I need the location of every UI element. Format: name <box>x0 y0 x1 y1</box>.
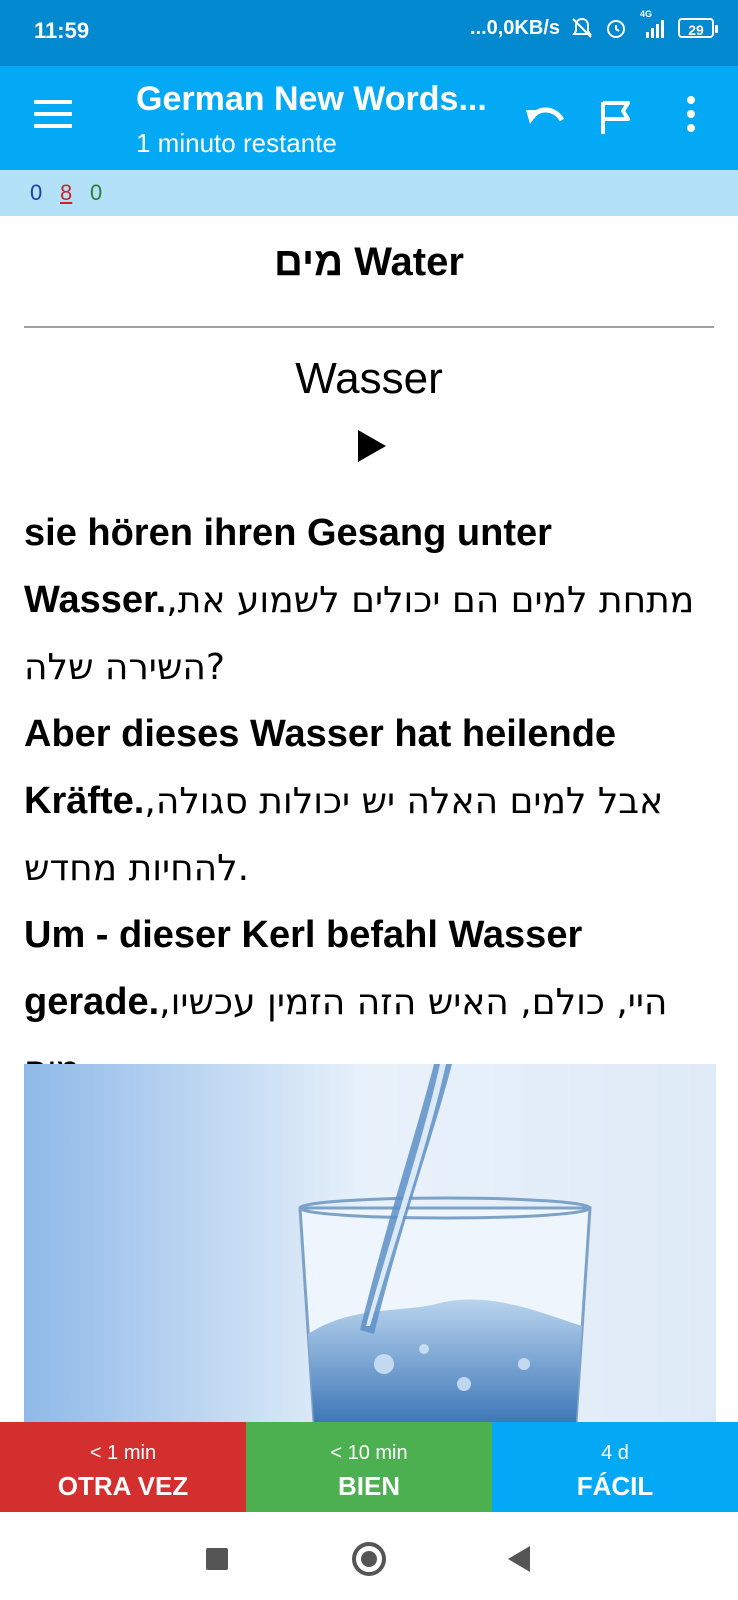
learning-count: 8 <box>60 180 73 205</box>
good-button[interactable]: < 10 min BIEN <box>246 1422 492 1512</box>
home-icon[interactable] <box>352 1542 386 1576</box>
counts-bar: 0 8 0 <box>0 170 738 216</box>
network-speed: ...0,0KB/s <box>469 16 560 39</box>
navigation-bar <box>0 1512 738 1600</box>
easy-button[interactable]: 4 d FÁCIL <box>492 1422 738 1512</box>
card-answer: Wasser <box>295 354 443 403</box>
recents-icon[interactable] <box>206 1548 228 1570</box>
again-button[interactable]: < 1 min OTRA VEZ <box>0 1422 246 1512</box>
battery-icon: 29 <box>678 18 718 38</box>
app-bar: German New Words... 1 minuto restante <box>0 66 738 170</box>
water-glass-image <box>24 1064 716 1422</box>
card-divider <box>24 326 714 328</box>
review-count: 0 <box>90 180 103 205</box>
easy-interval: 4 d <box>601 1442 629 1464</box>
deck-title: German New Words... <box>136 80 487 118</box>
alarm-icon <box>607 20 625 38</box>
mute-icon <box>572 17 592 38</box>
flag-icon[interactable] <box>598 98 634 136</box>
undo-icon[interactable] <box>526 100 568 132</box>
again-interval: < 1 min <box>89 1442 157 1464</box>
signal-bars-icon <box>646 20 664 38</box>
example-item: Aber dieses Wasser hat heilende Kräfte.,… <box>24 701 714 902</box>
play-audio-icon[interactable] <box>358 430 386 462</box>
answer-buttons: < 1 min OTRA VEZ < 10 min BIEN 4 d FÁCIL <box>0 1422 738 1512</box>
time-remaining: 1 minuto restante <box>136 128 337 158</box>
example-item: sie hören ihren Gesang unter Wasser.,מתח… <box>24 500 714 701</box>
easy-label: FÁCIL <box>576 1471 654 1501</box>
more-vert-icon[interactable] <box>684 96 698 136</box>
card-front: מים Water <box>274 240 464 284</box>
good-label: BIEN <box>337 1471 401 1501</box>
back-icon[interactable] <box>508 1546 530 1572</box>
example-sentences: sie hören ihren Gesang unter Wasser.,מתח… <box>24 500 714 1103</box>
status-time: 11:59 <box>34 18 90 43</box>
good-interval: < 10 min <box>330 1442 408 1464</box>
again-label: OTRA VEZ <box>57 1471 189 1501</box>
signal-icon: 4G <box>638 9 668 39</box>
new-count: 0 <box>30 180 43 205</box>
status-bar: 11:59 ...0,0KB/s 4G 29 <box>0 0 738 66</box>
network-type: 4G <box>640 9 653 19</box>
menu-icon[interactable] <box>34 100 72 134</box>
status-icons: ...0,0KB/s 4G 29 <box>469 9 718 40</box>
